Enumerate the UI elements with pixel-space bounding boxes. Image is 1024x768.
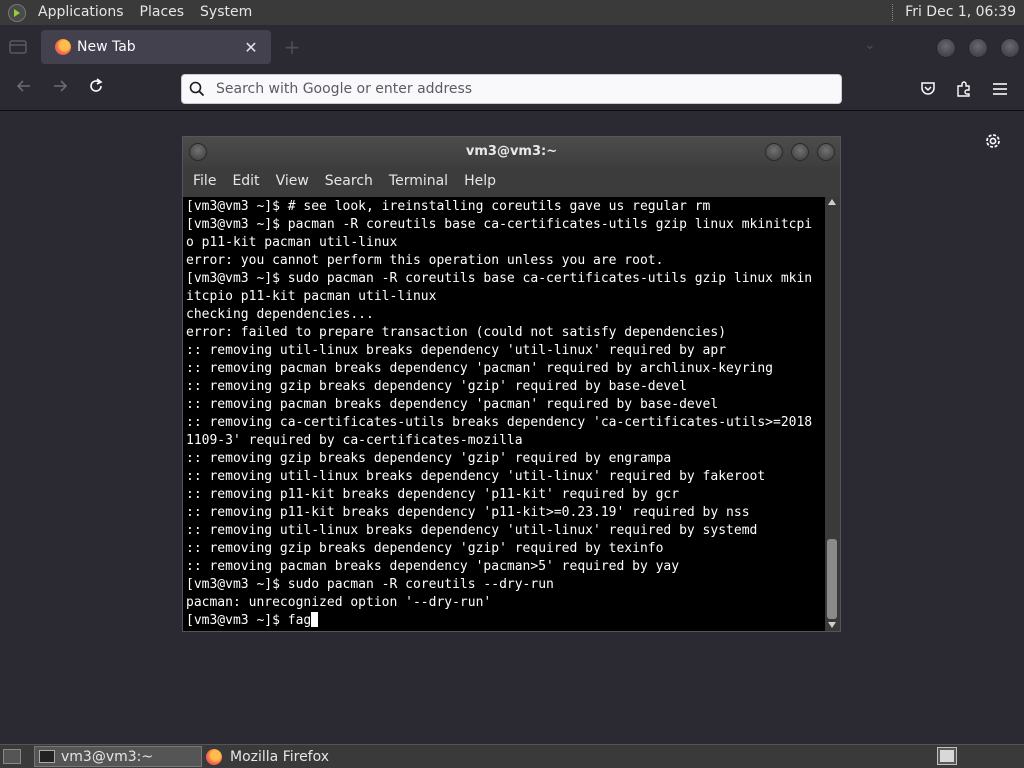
panel-separator — [892, 4, 895, 21]
system-menu[interactable]: System — [192, 0, 260, 25]
list-all-tabs-icon[interactable] — [9, 39, 27, 55]
maximize-button[interactable] — [791, 143, 809, 161]
search-input[interactable] — [212, 80, 841, 98]
terminal-line: :: removing p11-kit breaks dependency 'p… — [186, 487, 680, 502]
system-logo-icon[interactable] — [8, 3, 26, 22]
terminal-prompt-line[interactable]: [vm3@vm3 ~]$ fag — [186, 612, 825, 630]
taskbar-label: Mozilla Firefox — [230, 748, 330, 765]
menu-search[interactable]: Search — [317, 173, 381, 189]
menu-view[interactable]: View — [268, 173, 317, 189]
menu-help[interactable]: Help — [456, 173, 504, 189]
top-panel: Applications Places System Fri Dec 1, 06… — [0, 0, 1024, 25]
terminal-line: error: failed to prepare transaction (co… — [186, 325, 727, 340]
terminal-line: checking dependencies... — [186, 307, 374, 322]
terminal-line: :: removing util-linux breaks dependency… — [186, 469, 766, 484]
terminal-title: vm3@vm3:~ — [465, 144, 558, 159]
close-tab-icon[interactable]: ✕ — [243, 38, 259, 57]
terminal-line: pacman: unrecognized option '--dry-run' — [186, 595, 492, 610]
terminal-line: :: removing util-linux breaks dependency… — [186, 523, 758, 538]
minimize-button[interactable] — [765, 143, 783, 161]
tab-title: New Tab — [77, 39, 136, 55]
terminal-line: :: removing pacman breaks dependency 'pa… — [186, 361, 773, 376]
terminal-icon — [39, 750, 55, 763]
menu-edit[interactable]: Edit — [224, 173, 267, 189]
tab-bar: New Tab ✕ + ⌄ — [0, 25, 1024, 69]
scroll-up-icon[interactable] — [828, 199, 836, 205]
terminal-line: :: removing p11-kit breaks dependency 'p… — [186, 505, 750, 520]
terminal-line: :: removing pacman breaks dependency 'pa… — [186, 397, 719, 412]
scroll-down-icon[interactable] — [828, 622, 836, 628]
chevron-down-icon[interactable]: ⌄ — [864, 37, 876, 53]
workspace-switcher[interactable] — [937, 747, 957, 765]
terminal-line: :: removing gzip breaks dependency 'gzip… — [186, 379, 687, 394]
terminal-screen[interactable]: [vm3@vm3 ~]$ # see look, ireinstalling c… — [183, 197, 825, 631]
terminal-line: error: you cannot perform this operation… — [186, 253, 664, 268]
menu-terminal[interactable]: Terminal — [381, 173, 456, 189]
extensions-icon[interactable] — [954, 79, 974, 99]
bottom-panel: vm3@vm3:~ Mozilla Firefox — [0, 744, 1024, 768]
forward-arrow-icon[interactable] — [48, 77, 72, 101]
applications-menu[interactable]: Applications — [30, 0, 132, 25]
close-window-button[interactable] — [1000, 38, 1020, 58]
terminal-line: :: removing gzip breaks dependency 'gzip… — [186, 451, 672, 466]
clock[interactable]: Fri Dec 1, 06:39 — [899, 0, 1024, 25]
new-tab-plus-icon[interactable]: + — [282, 35, 302, 59]
maximize-window-button[interactable] — [968, 38, 988, 58]
terminal-window[interactable]: vm3@vm3:~ File Edit View Search Terminal… — [182, 136, 841, 632]
close-button[interactable] — [817, 143, 835, 161]
firefox-icon — [55, 39, 71, 55]
places-menu[interactable]: Places — [132, 0, 193, 25]
pocket-icon[interactable] — [918, 79, 938, 99]
hamburger-menu-icon[interactable] — [990, 79, 1010, 99]
window-menu-button[interactable] — [189, 143, 207, 161]
tab-new-tab[interactable]: New Tab ✕ — [41, 30, 271, 64]
terminal-line: o p11-kit pacman util-linux — [186, 235, 398, 250]
taskbar-label: vm3@vm3:~ — [61, 748, 154, 765]
terminal-line: [vm3@vm3 ~]$ pacman -R coreutils base ca… — [186, 217, 813, 232]
terminal-scrollbar[interactable] — [825, 197, 840, 631]
scrollbar-thumb[interactable] — [827, 539, 837, 619]
navigation-toolbar — [0, 69, 1024, 111]
terminal-titlebar[interactable]: vm3@vm3:~ — [183, 137, 840, 167]
terminal-line: :: removing gzip breaks dependency 'gzip… — [186, 541, 664, 556]
taskbar-item-terminal[interactable]: vm3@vm3:~ — [34, 746, 202, 767]
terminal-line: 1109-3' required by ca-certificates-mozi… — [186, 433, 523, 448]
terminal-menubar: File Edit View Search Terminal Help — [183, 167, 840, 195]
reload-icon[interactable] — [84, 77, 108, 101]
terminal-line: :: removing ca-certificates-utils breaks… — [186, 415, 813, 430]
gear-icon[interactable] — [983, 131, 1003, 151]
taskbar-item-firefox[interactable]: Mozilla Firefox — [202, 746, 372, 767]
search-icon — [182, 81, 212, 97]
terminal-line: [vm3@vm3 ~]$ # see look, ireinstalling c… — [186, 199, 711, 214]
address-bar[interactable] — [181, 74, 842, 104]
back-arrow-icon[interactable] — [12, 77, 36, 101]
text-cursor — [311, 612, 319, 627]
terminal-line: [vm3@vm3 ~]$ sudo pacman -R coreutils ba… — [186, 271, 813, 286]
terminal-line: itcpio p11-kit pacman util-linux — [186, 289, 437, 304]
firefox-icon — [206, 748, 222, 765]
menu-file[interactable]: File — [185, 173, 224, 189]
prompt-input: [vm3@vm3 ~]$ fag — [186, 613, 312, 628]
minimize-window-button[interactable] — [936, 38, 956, 58]
terminal-line: :: removing util-linux breaks dependency… — [186, 343, 727, 358]
show-desktop-icon[interactable] — [3, 749, 21, 764]
terminal-line: :: removing pacman breaks dependency 'pa… — [186, 559, 680, 574]
terminal-line: [vm3@vm3 ~]$ sudo pacman -R coreutils --… — [186, 577, 554, 592]
